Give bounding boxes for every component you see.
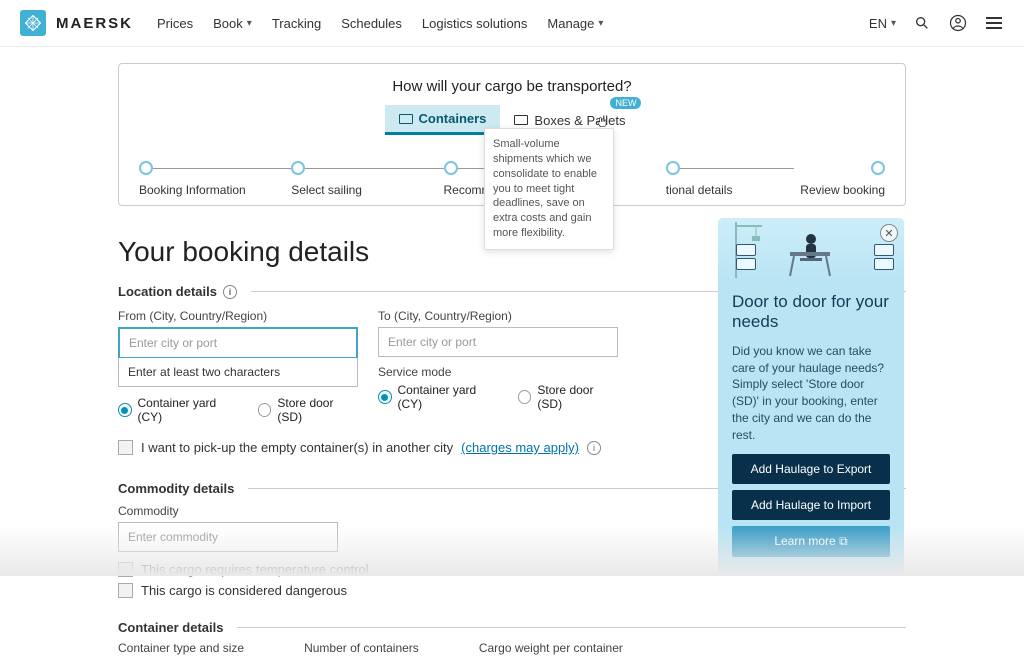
card-body: Door to door for your needs Did you know… [718,282,904,575]
pickup-text: I want to pick-up the empty container(s)… [141,440,453,455]
add-haulage-export-button[interactable]: Add Haulage to Export [732,454,890,484]
commodity-input[interactable] [118,522,338,552]
step-select-sailing[interactable]: Select sailing [291,161,443,175]
nav-book[interactable]: Book▾ [213,16,252,31]
to-city-input[interactable] [378,327,618,357]
container-type-label: Container type and size [118,641,244,655]
chevron-down-icon: ▾ [598,18,603,29]
box-icon [736,244,756,256]
info-icon[interactable]: i [223,285,237,299]
to-sd-radio[interactable]: Store door (SD) [518,383,618,411]
transport-title: How will your cargo be transported? [139,78,885,95]
dangerous-cargo-checkbox[interactable] [118,583,133,598]
to-label: To (City, Country/Region) [378,309,618,323]
maersk-logo-icon[interactable] [20,10,46,36]
header-actions: EN▾ [869,13,1004,33]
account-icon[interactable] [948,13,968,33]
nav-logistics[interactable]: Logistics solutions [422,16,528,31]
search-icon[interactable] [912,13,932,33]
language-selector[interactable]: EN▾ [869,16,896,31]
from-city-input[interactable] [118,327,358,359]
boxes-icon [514,115,528,125]
container-number-label: Number of containers [304,641,419,655]
add-haulage-import-button[interactable]: Add Haulage to Import [732,490,890,520]
service-mode-label: Service mode [378,365,618,379]
from-service-mode: Container yard (CY) Store door (SD) [118,396,358,424]
nav-tracking[interactable]: Tracking [272,16,321,31]
card-title: Door to door for your needs [732,292,890,333]
boxes-pallets-tooltip: Small-volume shipments which we consolid… [484,128,614,250]
from-cy-radio[interactable]: Container yard (CY) [118,396,240,424]
box-icon [874,244,894,256]
pickup-other-city-checkbox[interactable] [118,440,133,455]
desk-icon [760,238,860,278]
menu-icon[interactable] [984,13,1004,33]
close-icon[interactable]: ✕ [880,224,898,242]
to-field-group: To (City, Country/Region) Service mode C… [378,309,618,424]
card-illustration: ✕ [718,218,904,282]
info-icon[interactable]: i [587,441,601,455]
dangerous-row: This cargo is considered dangerous [118,583,906,598]
top-header: MAERSK Prices Book▾ Tracking Schedules L… [0,0,1024,47]
main-nav: Prices Book▾ Tracking Schedules Logistic… [157,16,603,31]
container-icon [399,114,413,124]
from-field-group: From (City, Country/Region) Enter at lea… [118,309,358,424]
to-cy-radio[interactable]: Container yard (CY) [378,383,500,411]
door-to-door-card: ✕ Door to door for your needs Did you kn… [718,218,904,575]
step-review-booking[interactable]: Review booking [794,161,885,175]
container-columns: Container type and size Number of contai… [118,641,906,659]
chevron-down-icon: ▾ [891,18,896,29]
brand-name: MAERSK [56,15,133,32]
from-sd-radio[interactable]: Store door (SD) [258,396,358,424]
card-text: Did you know we can take care of your ha… [732,343,890,444]
cargo-weight-label: Cargo weight per container [479,641,623,655]
charges-link[interactable]: (charges may apply) [461,440,579,455]
to-service-mode: Container yard (CY) Store door (SD) [378,383,618,411]
step-booking-info[interactable]: Booking Information [139,161,291,175]
nav-manage[interactable]: Manage▾ [547,16,603,31]
box-icon [736,258,756,270]
autocomplete-hint: Enter at least two characters [118,358,358,387]
new-badge: NEW [610,97,641,109]
nav-prices[interactable]: Prices [157,16,193,31]
step-additional-details[interactable]: tional details [596,161,794,175]
chevron-down-icon: ▾ [247,18,252,29]
cursor-hand-icon [595,115,609,129]
from-label: From (City, Country/Region) [118,309,358,323]
container-details-title: Container details [118,620,906,635]
temperature-control-checkbox[interactable] [118,562,133,577]
box-icon [874,258,894,270]
nav-schedules[interactable]: Schedules [341,16,402,31]
learn-more-button[interactable]: Learn more ⧉ [732,526,890,557]
